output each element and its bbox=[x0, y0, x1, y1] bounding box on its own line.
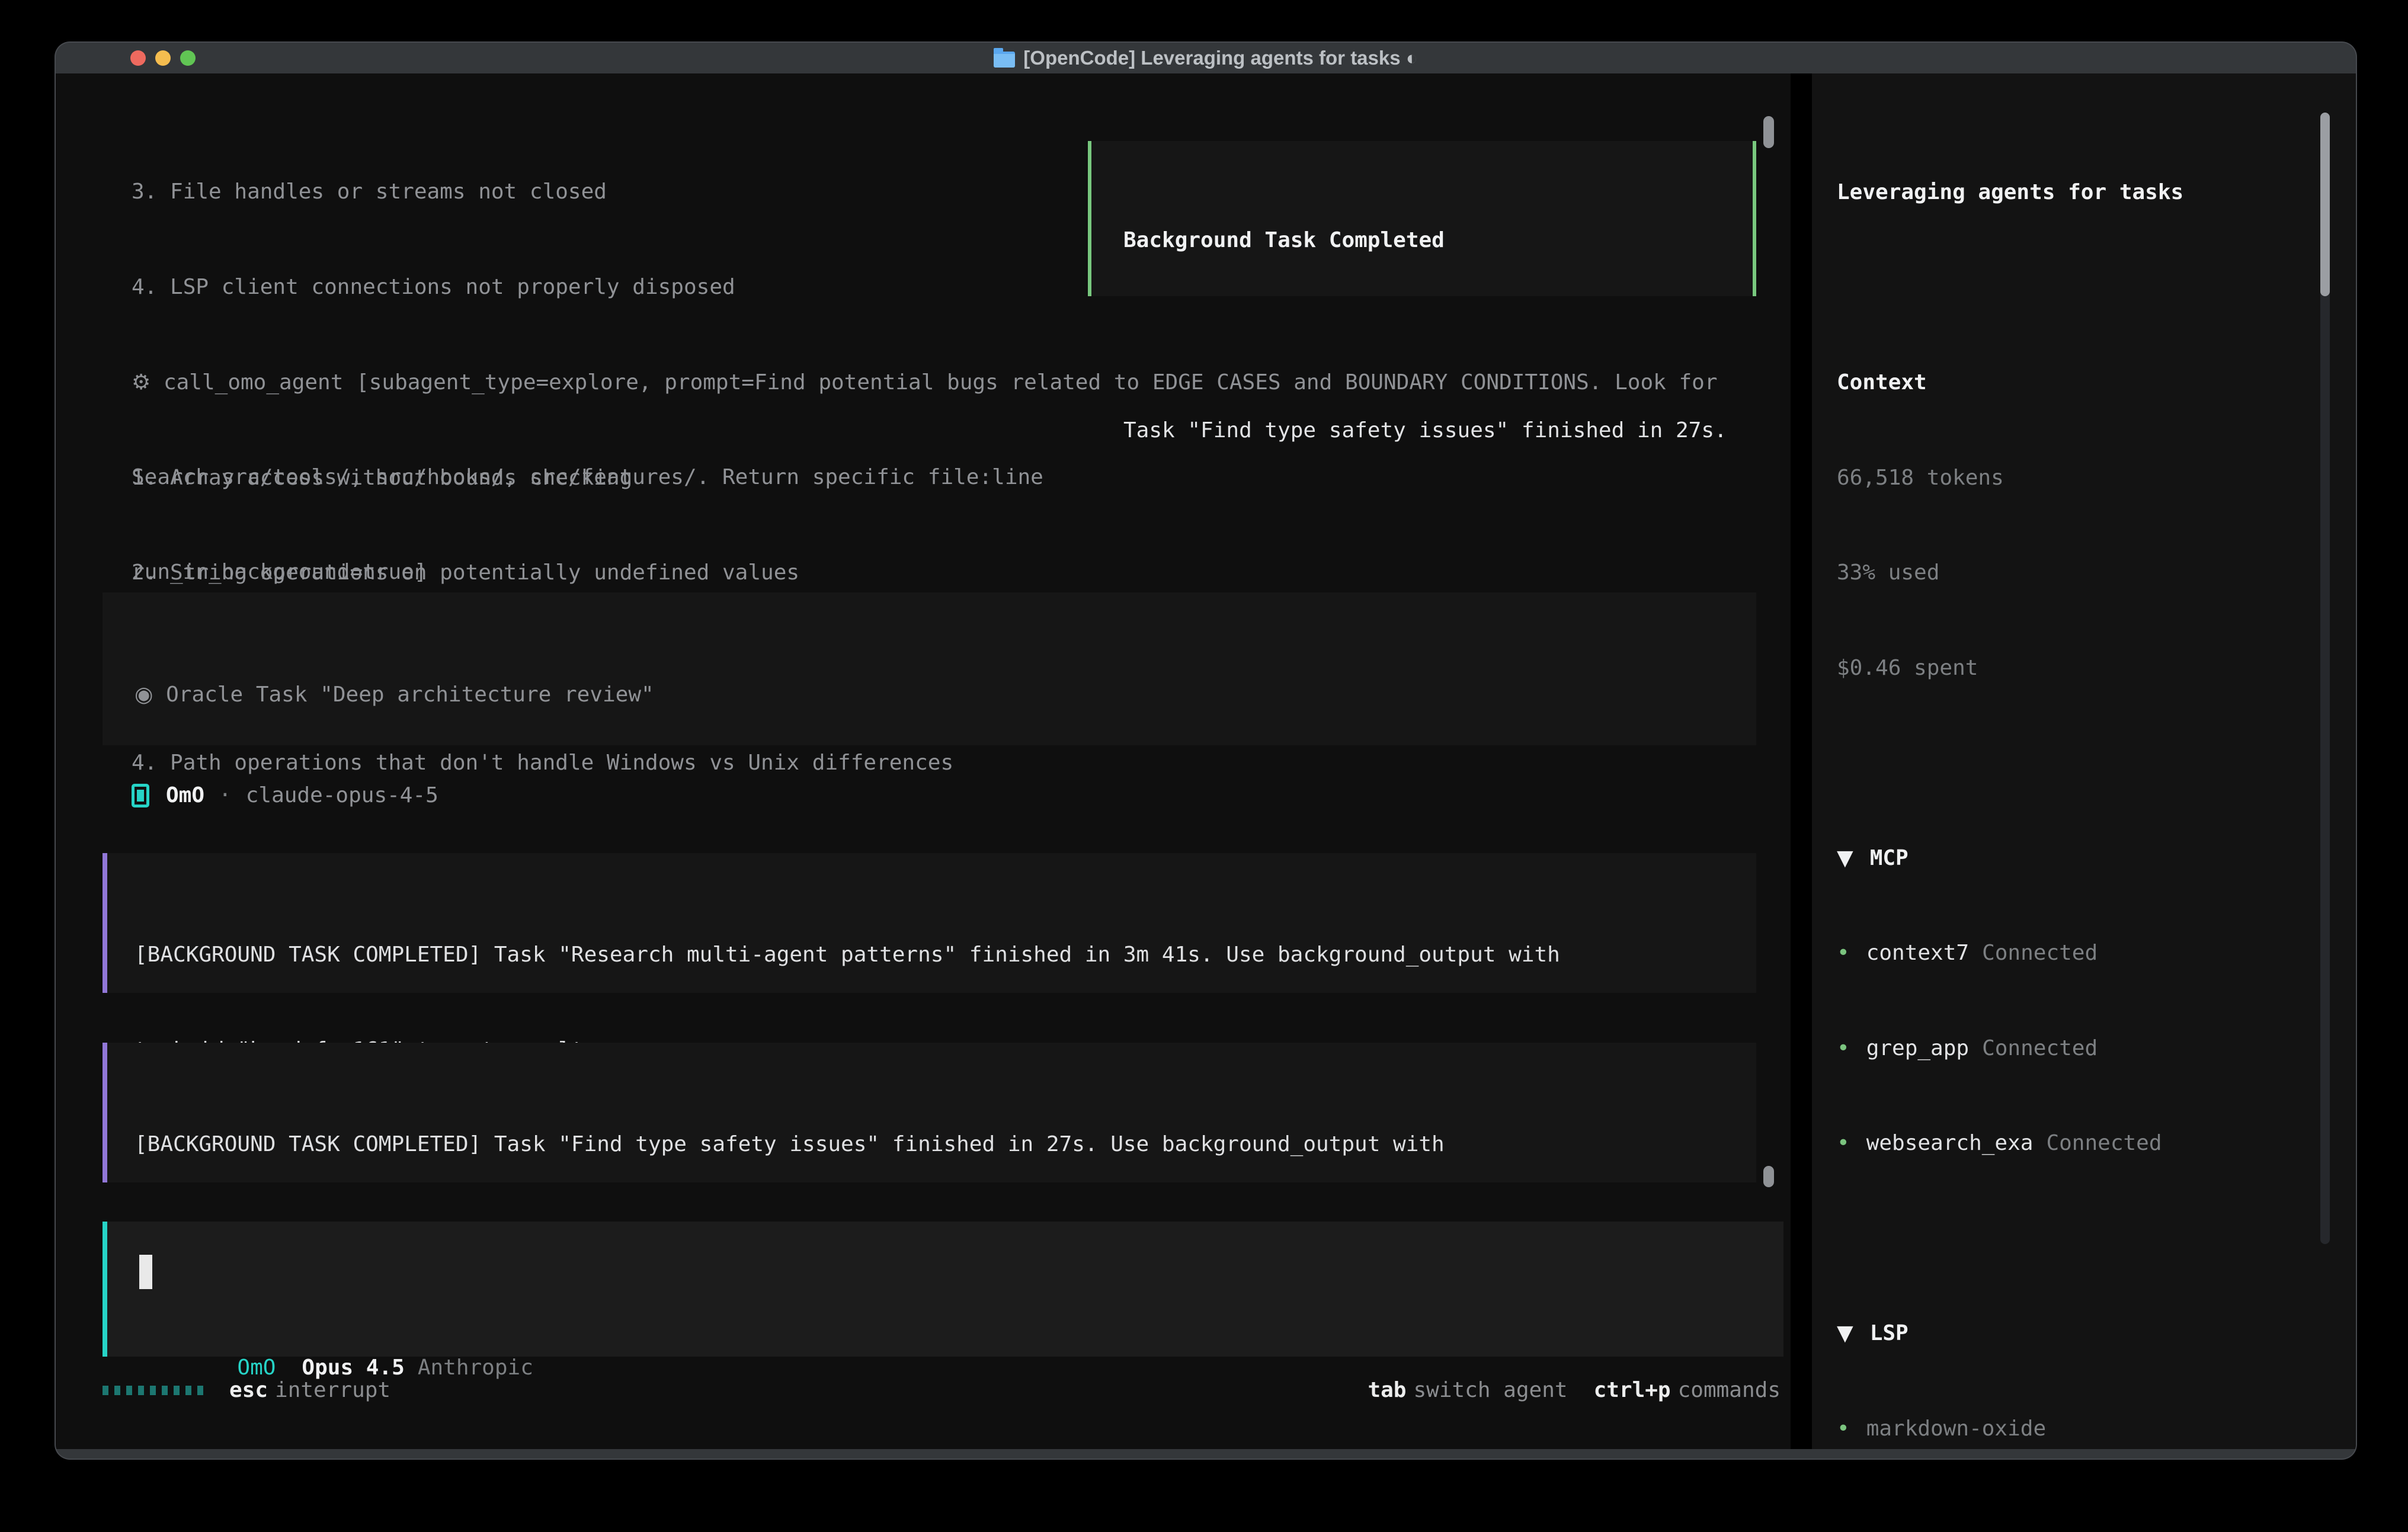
lsp-item: •markdown-oxide bbox=[1837, 1413, 2305, 1445]
fisheye-icon: ◉ bbox=[135, 682, 153, 707]
prompt-line: 2. String operations on potentially unde… bbox=[132, 557, 1718, 589]
mcp-section-header[interactable]: ▼MCP bbox=[1837, 842, 2305, 874]
zoom-window-button[interactable] bbox=[180, 50, 196, 66]
session-sidebar: Leveraging agents for tasks Context 66,5… bbox=[1812, 73, 2356, 1449]
background-task-toast: Background Task Completed Task "Find typ… bbox=[1088, 141, 1756, 296]
mcp-item: •context7Connected bbox=[1837, 937, 2305, 969]
mcp-item: •grep_appConnected bbox=[1837, 1033, 2305, 1065]
minimize-window-button[interactable] bbox=[155, 50, 171, 66]
app-window: [OpenCode] Leveraging agents for tasks ◐… bbox=[56, 43, 2356, 1459]
prompt-line: 1. Array access without bounds checking bbox=[132, 462, 1718, 494]
agent-model: claude-opus-4-5 bbox=[246, 780, 438, 812]
context-spent: $0.46 spent bbox=[1837, 652, 2305, 684]
terminal-content: 3. File handles or streams not closed 4.… bbox=[56, 73, 2356, 1449]
separator-dot: · bbox=[219, 780, 232, 812]
tab-label: switch agent bbox=[1413, 1374, 1567, 1406]
context-heading: Context bbox=[1837, 367, 2305, 399]
status-dot-icon: • bbox=[1837, 1036, 1850, 1060]
status-dot-icon: • bbox=[1837, 941, 1850, 965]
gear-icon: ⚙ bbox=[132, 370, 150, 395]
oracle-task-title: ◉ Oracle Task "Deep architecture review" bbox=[135, 679, 1756, 711]
omo-agent-icon bbox=[132, 784, 149, 807]
esc-label: interrupt bbox=[275, 1374, 390, 1406]
close-window-button[interactable] bbox=[130, 50, 146, 66]
main-scrollbar-thumb[interactable] bbox=[1763, 1166, 1774, 1187]
sidebar-scrollbar-thumb[interactable] bbox=[2320, 113, 2330, 296]
folder-icon bbox=[994, 52, 1015, 68]
window-title: [OpenCode] Leveraging agents for tasks ◐ bbox=[994, 47, 1417, 69]
scrollback-line: 3. File handles or streams not closed bbox=[132, 176, 1043, 208]
toast-title: Background Task Completed bbox=[1123, 225, 1753, 257]
ctrlp-keycap[interactable]: ctrl+p bbox=[1594, 1374, 1671, 1406]
tab-keycap[interactable]: tab bbox=[1368, 1374, 1406, 1406]
prompt-input[interactable]: OmOOpus 4.5Anthropic bbox=[103, 1222, 1783, 1357]
esc-keycap[interactable]: esc bbox=[229, 1374, 268, 1406]
ctrlp-label: commands bbox=[1678, 1374, 1781, 1406]
scrollback-line: 4. LSP client connections not properly d… bbox=[132, 271, 1043, 303]
main-scrollbar-thumb[interactable] bbox=[1763, 116, 1774, 148]
agent-header: OmO · claude-opus-4-5 bbox=[132, 780, 438, 812]
status-bar: esc interrupt tab switch agent ctrl+p co… bbox=[103, 1374, 1781, 1406]
tool-call-text: call_omo_agent [subagent_type=explore, p… bbox=[150, 370, 1717, 395]
lsp-section-header[interactable]: ▼LSP bbox=[1837, 1318, 2305, 1350]
task-completed-card[interactable]: [BACKGROUND TASK COMPLETED] Task "Find t… bbox=[103, 1043, 1756, 1182]
task-completed-card[interactable]: [BACKGROUND TASK COMPLETED] Task "Resear… bbox=[103, 853, 1756, 993]
agent-name: OmO bbox=[166, 780, 204, 812]
task-line1: [BACKGROUND TASK COMPLETED] Task "Find t… bbox=[135, 1129, 1756, 1161]
spinner-dots-icon bbox=[103, 1386, 203, 1395]
context-tokens: 66,518 tokens bbox=[1837, 462, 2305, 494]
oracle-task-card[interactable]: ◉ Oracle Task "Deep architecture review"… bbox=[103, 592, 1756, 745]
status-dot-icon: • bbox=[1837, 1416, 1850, 1441]
tool-call-line: ⚙ call_omo_agent [subagent_type=explore,… bbox=[132, 367, 1718, 399]
title-bar: [OpenCode] Leveraging agents for tasks ◐ bbox=[56, 43, 2356, 73]
collapse-triangle-icon: ▼ bbox=[1837, 846, 1853, 870]
mcp-item: •websearch_exaConnected bbox=[1837, 1127, 2305, 1159]
status-dot-icon: • bbox=[1837, 1131, 1850, 1155]
window-title-text: [OpenCode] Leveraging agents for tasks ◐ bbox=[1023, 47, 1417, 69]
text-cursor bbox=[139, 1255, 152, 1289]
collapse-triangle-icon: ▼ bbox=[1837, 1321, 1853, 1345]
session-title: Leveraging agents for tasks bbox=[1837, 177, 2305, 209]
task-line1: [BACKGROUND TASK COMPLETED] Task "Resear… bbox=[135, 939, 1756, 971]
panel-divider bbox=[1791, 73, 1812, 1449]
context-used: 33% used bbox=[1837, 557, 2305, 589]
